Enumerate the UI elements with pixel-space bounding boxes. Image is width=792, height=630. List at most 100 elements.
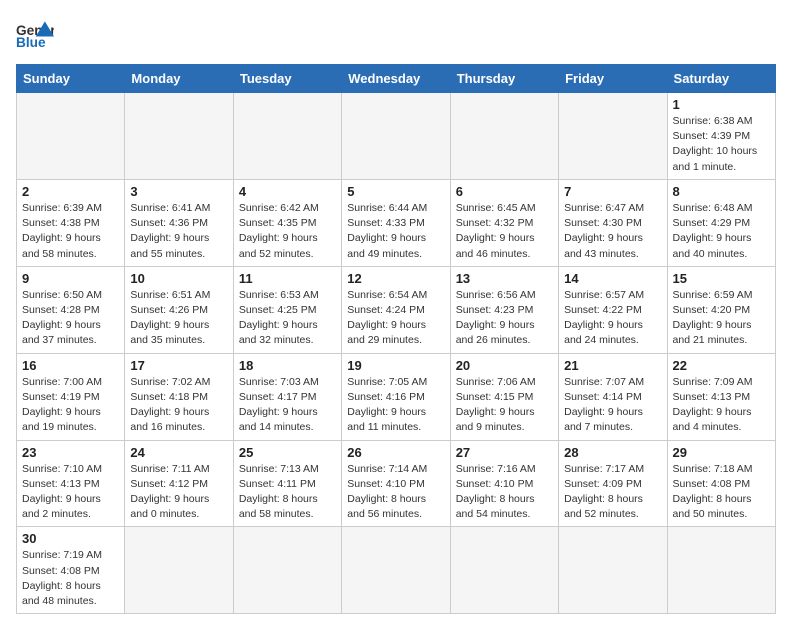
day-info: Sunrise: 7:18 AM Sunset: 4:08 PM Dayligh…: [673, 462, 770, 523]
day-info: Sunrise: 6:57 AM Sunset: 4:22 PM Dayligh…: [564, 288, 661, 349]
day-info: Sunrise: 7:00 AM Sunset: 4:19 PM Dayligh…: [22, 375, 119, 436]
page-header: General Blue: [16, 16, 776, 54]
calendar-cell-2-3: 12 Sunrise: 6:54 AM Sunset: 4:24 PM Dayli…: [342, 266, 450, 353]
day-number: 23: [22, 445, 119, 460]
day-info: Sunrise: 6:39 AM Sunset: 4:38 PM Dayligh…: [22, 201, 119, 262]
weekday-header-thursday: Thursday: [450, 65, 558, 93]
calendar-cell-5-6: [667, 527, 775, 614]
calendar-cell-3-2: 18 Sunrise: 7:03 AM Sunset: 4:17 PM Dayli…: [233, 353, 341, 440]
day-number: 20: [456, 358, 553, 373]
calendar-cell-1-3: 5Sunrise: 6:44 AM Sunset: 4:33 PM Daylig…: [342, 179, 450, 266]
calendar-cell-1-5: 7 Sunrise: 6:47 AM Sunset: 4:30 PM Daylig…: [559, 179, 667, 266]
day-info: Sunrise: 7:11 AM Sunset: 4:12 PM Dayligh…: [130, 462, 227, 523]
calendar-cell-4-6: 29 Sunrise: 7:18 AM Sunset: 4:08 PM Dayli…: [667, 440, 775, 527]
calendar-cell-4-5: 28 Sunrise: 7:17 AM Sunset: 4:09 PM Dayli…: [559, 440, 667, 527]
calendar-cell-4-4: 27 Sunrise: 7:16 AM Sunset: 4:10 PM Dayli…: [450, 440, 558, 527]
calendar-cell-4-3: 26Sunrise: 7:14 AM Sunset: 4:10 PM Dayli…: [342, 440, 450, 527]
day-number: 21: [564, 358, 661, 373]
day-number: 27: [456, 445, 553, 460]
calendar-cell-2-2: 11 Sunrise: 6:53 AM Sunset: 4:25 PM Dayli…: [233, 266, 341, 353]
calendar-cell-1-1: 3Sunrise: 6:41 AM Sunset: 4:36 PM Daylig…: [125, 179, 233, 266]
day-info: Sunrise: 6:53 AM Sunset: 4:25 PM Dayligh…: [239, 288, 336, 349]
week-row-6: 30 Sunrise: 7:19 AM Sunset: 4:08 PM Dayli…: [17, 527, 776, 614]
weekday-header-tuesday: Tuesday: [233, 65, 341, 93]
day-info: Sunrise: 6:56 AM Sunset: 4:23 PM Dayligh…: [456, 288, 553, 349]
day-number: 6: [456, 184, 553, 199]
calendar-cell-0-2: [233, 93, 341, 180]
day-number: 9: [22, 271, 119, 286]
week-row-5: 23 Sunrise: 7:10 AM Sunset: 4:13 PM Dayli…: [17, 440, 776, 527]
day-number: 15: [673, 271, 770, 286]
day-info: Sunrise: 7:17 AM Sunset: 4:09 PM Dayligh…: [564, 462, 661, 523]
calendar-cell-3-0: 16 Sunrise: 7:00 AM Sunset: 4:19 PM Dayli…: [17, 353, 125, 440]
calendar-cell-4-0: 23 Sunrise: 7:10 AM Sunset: 4:13 PM Dayli…: [17, 440, 125, 527]
calendar-cell-3-1: 17Sunrise: 7:02 AM Sunset: 4:18 PM Dayli…: [125, 353, 233, 440]
calendar-cell-5-5: [559, 527, 667, 614]
day-info: Sunrise: 6:59 AM Sunset: 4:20 PM Dayligh…: [673, 288, 770, 349]
day-number: 25: [239, 445, 336, 460]
day-info: Sunrise: 6:44 AM Sunset: 4:33 PM Dayligh…: [347, 201, 444, 262]
weekday-header-friday: Friday: [559, 65, 667, 93]
day-info: Sunrise: 7:16 AM Sunset: 4:10 PM Dayligh…: [456, 462, 553, 523]
calendar-cell-0-4: [450, 93, 558, 180]
day-number: 24: [130, 445, 227, 460]
day-info: Sunrise: 7:02 AM Sunset: 4:18 PM Dayligh…: [130, 375, 227, 436]
day-number: 19: [347, 358, 444, 373]
calendar-cell-2-1: 10Sunrise: 6:51 AM Sunset: 4:26 PM Dayli…: [125, 266, 233, 353]
calendar-cell-1-0: 2 Sunrise: 6:39 AM Sunset: 4:38 PM Daylig…: [17, 179, 125, 266]
calendar-cell-3-4: 20Sunrise: 7:06 AM Sunset: 4:15 PM Dayli…: [450, 353, 558, 440]
calendar-cell-4-1: 24 Sunrise: 7:11 AM Sunset: 4:12 PM Dayli…: [125, 440, 233, 527]
week-row-3: 9 Sunrise: 6:50 AM Sunset: 4:28 PM Daylig…: [17, 266, 776, 353]
day-number: 3: [130, 184, 227, 199]
weekday-header-monday: Monday: [125, 65, 233, 93]
svg-text:Blue: Blue: [16, 35, 46, 50]
calendar-cell-2-6: 15 Sunrise: 6:59 AM Sunset: 4:20 PM Dayli…: [667, 266, 775, 353]
day-number: 30: [22, 531, 119, 546]
day-info: Sunrise: 7:10 AM Sunset: 4:13 PM Dayligh…: [22, 462, 119, 523]
day-info: Sunrise: 6:42 AM Sunset: 4:35 PM Dayligh…: [239, 201, 336, 262]
calendar-cell-5-3: [342, 527, 450, 614]
day-number: 12: [347, 271, 444, 286]
day-number: 2: [22, 184, 119, 199]
calendar-cell-0-1: [125, 93, 233, 180]
day-info: Sunrise: 6:48 AM Sunset: 4:29 PM Dayligh…: [673, 201, 770, 262]
day-number: 7: [564, 184, 661, 199]
calendar-cell-5-2: [233, 527, 341, 614]
day-info: Sunrise: 6:47 AM Sunset: 4:30 PM Dayligh…: [564, 201, 661, 262]
day-number: 8: [673, 184, 770, 199]
day-number: 28: [564, 445, 661, 460]
calendar-cell-0-0: [17, 93, 125, 180]
day-info: Sunrise: 7:13 AM Sunset: 4:11 PM Dayligh…: [239, 462, 336, 523]
week-row-4: 16 Sunrise: 7:00 AM Sunset: 4:19 PM Dayli…: [17, 353, 776, 440]
day-number: 16: [22, 358, 119, 373]
calendar-table: SundayMondayTuesdayWednesdayThursdayFrid…: [16, 64, 776, 614]
day-info: Sunrise: 6:38 AM Sunset: 4:39 PM Dayligh…: [673, 114, 770, 175]
week-row-2: 2 Sunrise: 6:39 AM Sunset: 4:38 PM Daylig…: [17, 179, 776, 266]
day-number: 18: [239, 358, 336, 373]
calendar-cell-1-2: 4Sunrise: 6:42 AM Sunset: 4:35 PM Daylig…: [233, 179, 341, 266]
day-number: 13: [456, 271, 553, 286]
day-info: Sunrise: 7:03 AM Sunset: 4:17 PM Dayligh…: [239, 375, 336, 436]
day-info: Sunrise: 7:05 AM Sunset: 4:16 PM Dayligh…: [347, 375, 444, 436]
calendar-cell-2-5: 14Sunrise: 6:57 AM Sunset: 4:22 PM Dayli…: [559, 266, 667, 353]
weekday-header-wednesday: Wednesday: [342, 65, 450, 93]
day-number: 29: [673, 445, 770, 460]
calendar-cell-5-1: [125, 527, 233, 614]
weekday-header-sunday: Sunday: [17, 65, 125, 93]
day-info: Sunrise: 7:09 AM Sunset: 4:13 PM Dayligh…: [673, 375, 770, 436]
calendar-cell-5-0: 30 Sunrise: 7:19 AM Sunset: 4:08 PM Dayli…: [17, 527, 125, 614]
calendar-cell-1-6: 8 Sunrise: 6:48 AM Sunset: 4:29 PM Daylig…: [667, 179, 775, 266]
day-info: Sunrise: 7:19 AM Sunset: 4:08 PM Dayligh…: [22, 548, 119, 609]
logo-icon: General Blue: [16, 16, 54, 54]
day-number: 11: [239, 271, 336, 286]
day-info: Sunrise: 6:50 AM Sunset: 4:28 PM Dayligh…: [22, 288, 119, 349]
day-info: Sunrise: 7:07 AM Sunset: 4:14 PM Dayligh…: [564, 375, 661, 436]
calendar-cell-3-3: 19 Sunrise: 7:05 AM Sunset: 4:16 PM Dayli…: [342, 353, 450, 440]
day-number: 1: [673, 97, 770, 112]
day-info: Sunrise: 6:54 AM Sunset: 4:24 PM Dayligh…: [347, 288, 444, 349]
day-number: 10: [130, 271, 227, 286]
calendar-cell-0-3: [342, 93, 450, 180]
calendar-cell-4-2: 25 Sunrise: 7:13 AM Sunset: 4:11 PM Dayli…: [233, 440, 341, 527]
day-number: 26: [347, 445, 444, 460]
calendar-cell-5-4: [450, 527, 558, 614]
